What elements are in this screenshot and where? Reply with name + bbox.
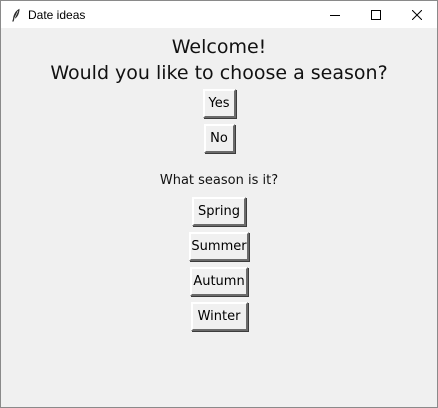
minimize-button[interactable] bbox=[314, 1, 355, 28]
maximize-icon bbox=[370, 5, 381, 24]
summer-button[interactable]: Summer bbox=[189, 232, 249, 261]
main-content: Welcome! Would you like to choose a seas… bbox=[1, 29, 437, 407]
season-question-label: What season is it? bbox=[159, 173, 279, 188]
close-icon bbox=[411, 5, 422, 24]
close-button[interactable] bbox=[396, 1, 437, 28]
no-button[interactable]: No bbox=[203, 124, 235, 153]
window-controls bbox=[314, 1, 437, 28]
app-window: Date ideas Welcome! Would you like to ch… bbox=[0, 0, 438, 408]
welcome-heading: Welcome! bbox=[171, 36, 267, 58]
maximize-button[interactable] bbox=[355, 1, 396, 28]
feather-icon bbox=[8, 7, 24, 23]
title-bar[interactable]: Date ideas bbox=[1, 1, 437, 28]
autumn-button[interactable]: Autumn bbox=[190, 267, 248, 296]
minimize-icon bbox=[329, 5, 340, 24]
yes-button[interactable]: Yes bbox=[202, 89, 236, 118]
spring-button[interactable]: Spring bbox=[192, 197, 246, 226]
winter-button[interactable]: Winter bbox=[190, 302, 248, 331]
window-title: Date ideas bbox=[28, 7, 86, 22]
content-column: Welcome! Would you like to choose a seas… bbox=[1, 29, 437, 331]
choose-season-question: Would you like to choose a season? bbox=[50, 62, 388, 84]
